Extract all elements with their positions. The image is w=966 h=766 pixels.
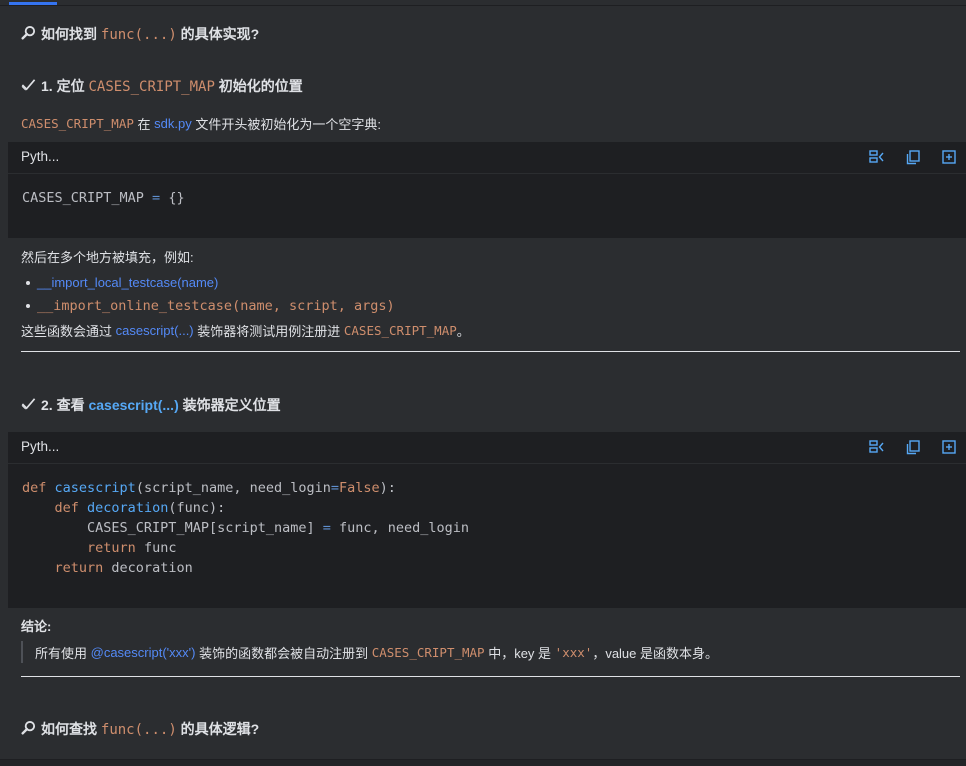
wrap-icon[interactable] — [868, 438, 886, 456]
paragraph-text: 在 — [133, 117, 155, 132]
step-heading-1: 1. 定位 CASES_CRIPT_MAP 初始化的位置 — [21, 76, 303, 96]
code-function-name: casescript — [54, 480, 136, 496]
inline-code: CASES_CRIPT_MAP — [343, 323, 457, 338]
code-function-name: decoration — [87, 500, 169, 516]
conclusion-label: 结论: — [21, 616, 51, 635]
step-text: 2. 查看 — [41, 397, 89, 413]
code-block-header: Pyth... — [8, 432, 966, 464]
heading-text: 如何找到 — [41, 26, 101, 42]
code-punct: ): — [379, 480, 396, 496]
list-item: __import_local_testcase(name) — [21, 271, 395, 294]
paragraph-text: 然后在多个地方被填充，例如: — [21, 250, 194, 265]
heading-text-suffix: 的具体实现? — [176, 26, 260, 42]
heading-code: func(...) — [100, 27, 177, 43]
heading-code: func(...) — [100, 722, 177, 738]
inline-code: CASES_CRIPT_MAP — [371, 644, 485, 660]
function-list: __import_local_testcase(name) __import_o… — [21, 271, 395, 317]
casescript-heading-link[interactable]: casescript(...) — [88, 397, 178, 413]
code-literal: {} — [168, 190, 185, 206]
quote-text-end: ，value 是函数本身。 — [592, 645, 719, 661]
top-tab-strip — [0, 0, 966, 6]
code-block-init: Pyth... CASES_CRIPT_MAP = {} — [8, 142, 966, 238]
code-keyword: False — [339, 480, 380, 496]
code-operator: = — [322, 520, 331, 536]
paragraph-register: 这些函数会通过 casescript(...) 装饰器将测试用例注册进 CASE… — [21, 321, 470, 340]
code-language-label: Pyth... — [21, 439, 60, 454]
quote-text-key: 中，key 是 — [484, 645, 555, 661]
wrap-icon[interactable] — [868, 148, 886, 166]
divider — [21, 676, 960, 677]
code-statement: decoration — [103, 560, 193, 576]
code-keyword: def — [22, 480, 47, 496]
heading-text-suffix: 的具体逻辑? — [176, 721, 260, 737]
paragraph-populated: 然后在多个地方被填充，例如: — [21, 247, 194, 266]
list-item: __import_online_testcase(name, script, a… — [21, 294, 395, 317]
import-local-link[interactable]: __import_local_testcase(name) — [37, 275, 218, 290]
code-content[interactable]: CASES_CRIPT_MAP = {} — [8, 174, 966, 222]
paragraph-text-end: 。 — [456, 324, 470, 339]
paragraph-init: CASES_CRIPT_MAP 在 sdk.py 文件开头被初始化为一个空字典: — [21, 114, 381, 133]
sdk-file-link[interactable]: sdk.py — [154, 116, 192, 131]
step-text-suffix: 初始化的位置 — [214, 78, 303, 94]
divider — [21, 351, 960, 352]
code-args: (script_name, need_login — [135, 480, 331, 496]
code-statement-rest: func, need_login — [330, 520, 470, 536]
import-online-code: __import_online_testcase(name, script, a… — [37, 298, 395, 314]
active-tab-indicator — [9, 2, 57, 5]
section-heading-find-implementation: 如何找到 func(...) 的具体实现? — [21, 24, 259, 44]
step-code: CASES_CRIPT_MAP — [88, 79, 215, 95]
insert-icon[interactable] — [940, 438, 958, 456]
paragraph-text: 这些函数会通过 — [21, 324, 116, 339]
paragraph-text-mid: 装饰器将测试用例注册进 — [193, 324, 344, 339]
code-keyword: return — [87, 540, 136, 556]
quote-text-mid: 装饰的函数都会被自动注册到 — [195, 645, 372, 661]
insert-icon[interactable] — [940, 148, 958, 166]
step-heading-2: 2. 查看 casescript(...) 装饰器定义位置 — [21, 395, 281, 415]
code-args: (func): — [168, 500, 226, 516]
quote-text: 所有使用 — [35, 645, 91, 661]
code-operator: = — [330, 480, 340, 496]
conclusion-quote: 所有使用 @casescript('xxx') 装饰的函数都会被自动注册到 CA… — [21, 641, 718, 663]
conclusion-label-text: 结论: — [21, 619, 52, 634]
code-block-decorator: Pyth... def casescript(script_name, need… — [8, 432, 966, 608]
copy-icon[interactable] — [904, 148, 922, 166]
step-text-suffix: 装饰器定义位置 — [178, 397, 281, 413]
paragraph-text-end: 文件开头被初始化为一个空字典: — [191, 117, 381, 132]
code-language-label: Pyth... — [21, 149, 60, 164]
casescript-link[interactable]: casescript(...) — [116, 323, 194, 338]
code-identifier: CASES_CRIPT_MAP — [22, 190, 144, 206]
copy-icon[interactable] — [904, 438, 922, 456]
code-content[interactable]: def casescript(script_name, need_login=F… — [8, 464, 966, 592]
magnifier-icon — [21, 720, 36, 738]
magnifier-icon — [21, 25, 36, 43]
code-statement: CASES_CRIPT_MAP[script_name] — [87, 520, 323, 536]
checkmark-icon — [21, 77, 36, 95]
inline-string: 'xxx' — [554, 644, 593, 660]
code-block-header: Pyth... — [8, 142, 966, 174]
inline-code: CASES_CRIPT_MAP — [21, 116, 134, 131]
code-keyword: def — [54, 500, 79, 516]
step-text: 1. 定位 — [41, 78, 89, 94]
code-keyword: return — [54, 560, 104, 576]
section-heading-find-logic: 如何查找 func(...) 的具体逻辑? — [21, 719, 259, 739]
code-statement: func — [135, 540, 177, 556]
casescript-xxx-link[interactable]: @casescript('xxx') — [91, 645, 196, 660]
code-operator: = — [143, 190, 169, 206]
heading-text: 如何查找 — [41, 721, 101, 737]
checkmark-icon — [21, 396, 36, 414]
